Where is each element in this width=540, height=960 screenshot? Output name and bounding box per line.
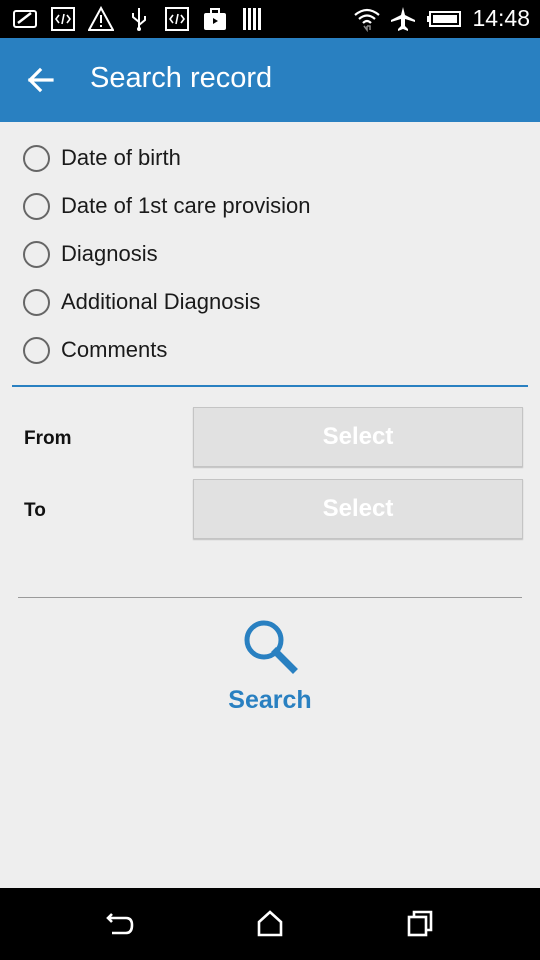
to-select-button[interactable]: Select (193, 479, 523, 539)
search-criteria-radio-group: Date of birth Date of 1st care provision… (0, 134, 540, 374)
to-label: To (24, 500, 46, 521)
radio-label: Date of 1st care provision (61, 193, 311, 218)
recent-apps-nav-button[interactable] (400, 906, 440, 942)
arrow-left-icon (27, 67, 54, 93)
usb-icon (126, 6, 152, 32)
barcode-icon (240, 6, 266, 32)
search-icon (244, 620, 298, 674)
radio-button[interactable] (23, 336, 50, 364)
app-bar: Search record (0, 38, 540, 122)
photo-edit-icon (12, 6, 38, 32)
radio-option-additional-diagnosis[interactable]: Additional Diagnosis (0, 278, 540, 326)
radio-button[interactable] (23, 144, 50, 172)
search-button[interactable]: Search (200, 612, 340, 724)
home-icon (257, 910, 283, 937)
section-divider (12, 385, 528, 387)
section-divider (18, 597, 522, 598)
page-title: Search record (90, 62, 273, 94)
radio-option-date-of-1st-care-provision[interactable]: Date of 1st care provision (0, 182, 540, 230)
battery-icon (426, 6, 462, 32)
radio-label: Diagnosis (61, 241, 158, 266)
from-label: From (24, 428, 72, 449)
back-icon (106, 913, 134, 935)
back-button[interactable] (22, 60, 62, 100)
radio-option-date-of-birth[interactable]: Date of birth (0, 134, 540, 182)
radio-option-diagnosis[interactable]: Diagnosis (0, 230, 540, 278)
code-icon (164, 6, 190, 32)
radio-label: Date of birth (61, 145, 181, 170)
navigation-bar (0, 888, 540, 960)
code-icon (50, 6, 76, 32)
wifi-icon (354, 6, 381, 32)
warning-icon (88, 6, 114, 32)
radio-option-comments[interactable]: Comments (0, 326, 540, 374)
radio-button[interactable] (23, 192, 50, 220)
recent-apps-icon (407, 910, 433, 937)
status-time: 14:48 (472, 5, 530, 31)
back-nav-button[interactable] (100, 906, 140, 942)
airplane-icon (390, 6, 416, 32)
home-nav-button[interactable] (250, 906, 290, 942)
radio-button[interactable] (23, 240, 50, 268)
search-label: Search (228, 686, 312, 714)
briefcase-icon (202, 6, 228, 32)
radio-label: Comments (61, 337, 168, 362)
radio-button[interactable] (23, 288, 50, 316)
radio-label: Additional Diagnosis (61, 289, 261, 314)
from-select-button[interactable]: Select (193, 407, 523, 467)
status-bar: 14:48 (0, 0, 540, 38)
